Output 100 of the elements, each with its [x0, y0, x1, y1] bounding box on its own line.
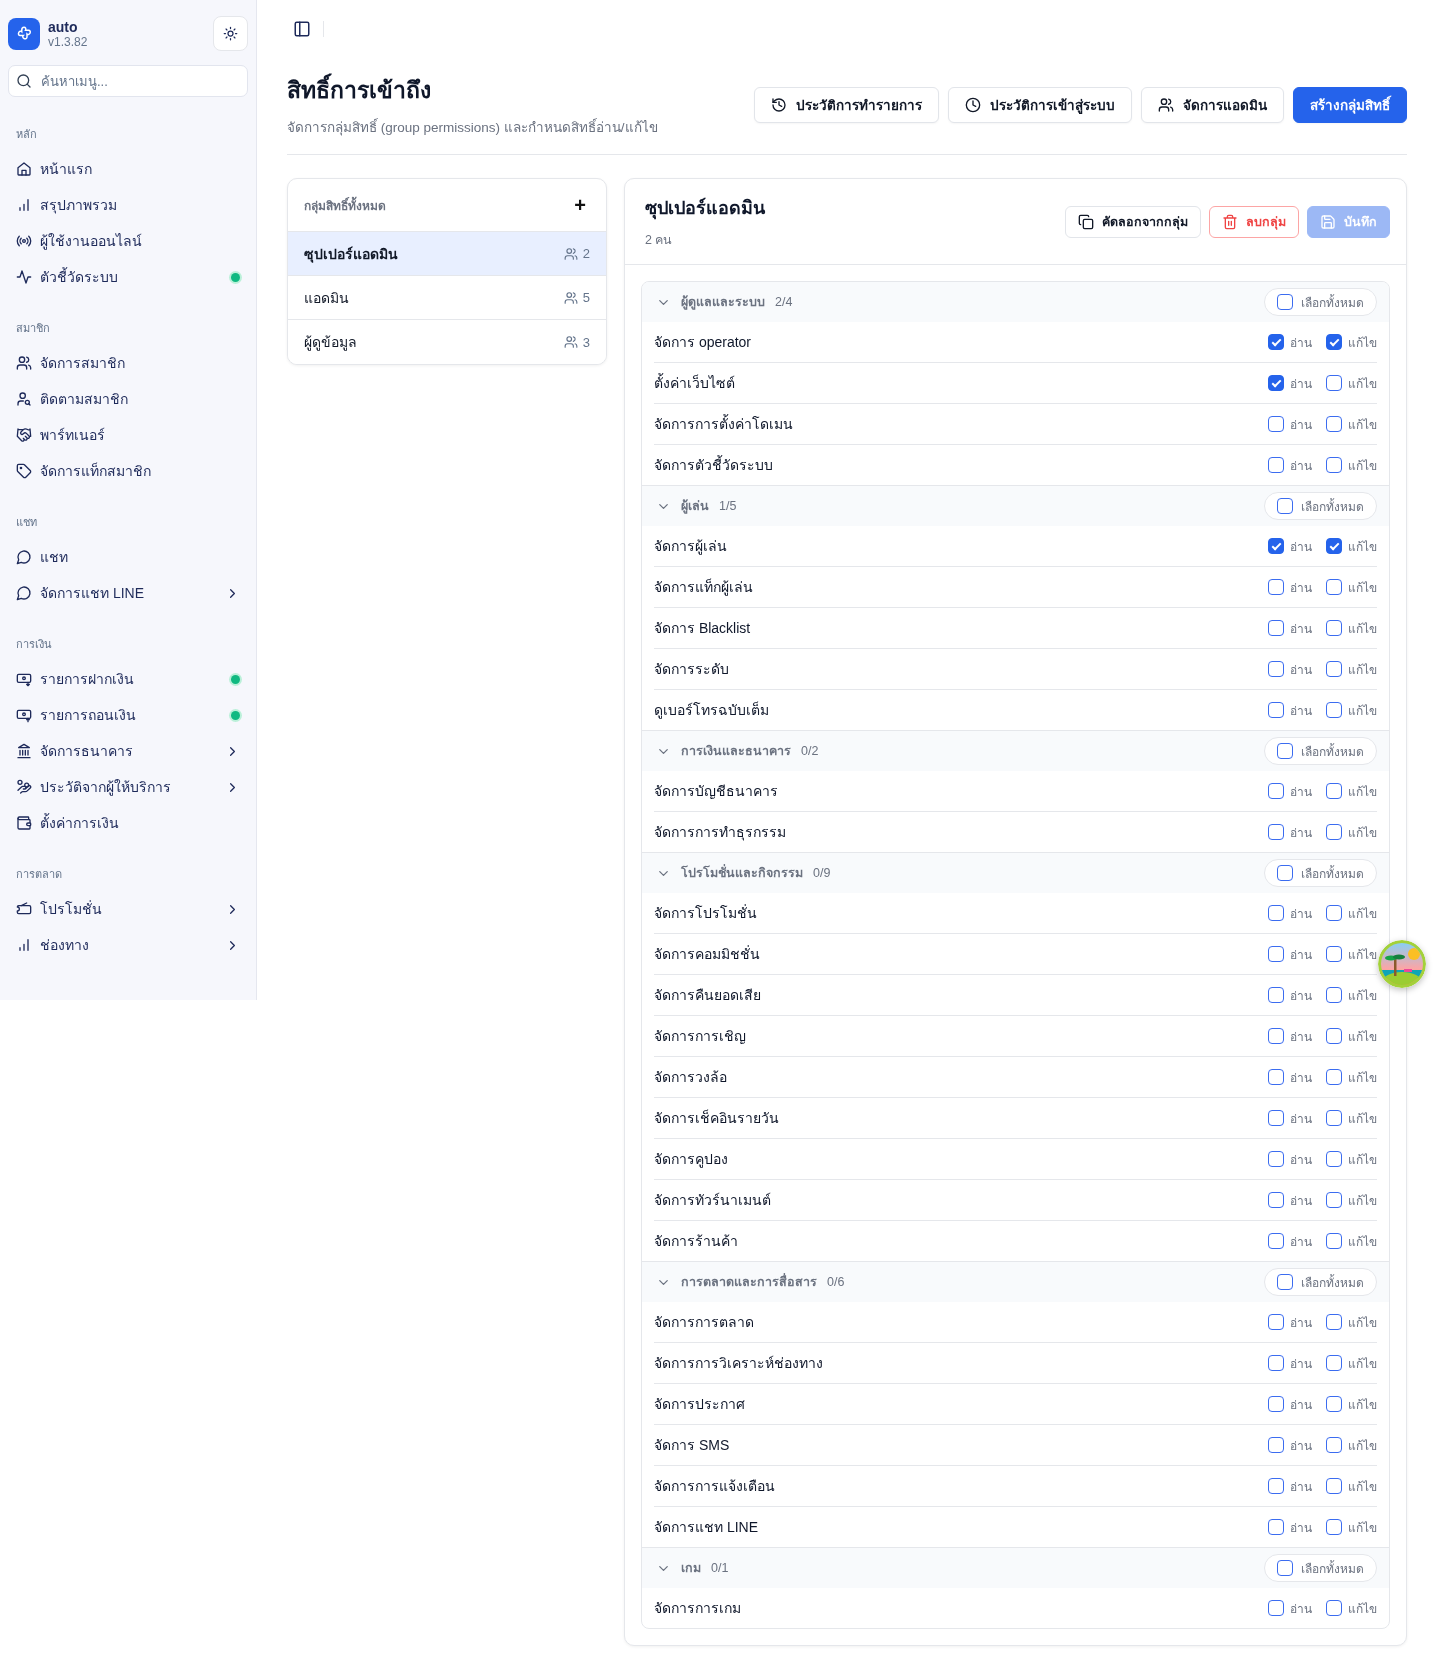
read-option[interactable]: อ่าน — [1268, 1067, 1312, 1087]
checkbox[interactable] — [1268, 987, 1284, 1003]
add-group-button[interactable]: + — [570, 193, 590, 217]
read-option[interactable]: อ่าน — [1268, 903, 1312, 923]
checkbox[interactable] — [1268, 661, 1284, 677]
read-option[interactable]: อ่าน — [1268, 1598, 1312, 1618]
sidebar-item[interactable]: จัดการแชท LINE — [8, 575, 248, 611]
read-option[interactable]: อ่าน — [1268, 1026, 1312, 1046]
section-header[interactable]: การตลาดและการสื่อสาร 0/6 เลือกทั้งหมด — [642, 1261, 1389, 1302]
checkbox[interactable] — [1268, 579, 1284, 595]
checkbox[interactable] — [1268, 1519, 1284, 1535]
checkbox[interactable] — [1268, 1478, 1284, 1494]
checkbox[interactable] — [1277, 865, 1293, 881]
checkbox[interactable] — [1268, 416, 1284, 432]
sidebar-item[interactable]: ติดตามสมาชิก — [8, 381, 248, 417]
checkbox[interactable] — [1268, 375, 1284, 391]
read-option[interactable]: อ่าน — [1268, 944, 1312, 964]
edit-option[interactable]: แก้ไข — [1326, 1312, 1377, 1332]
delete-button[interactable]: ลบกลุ่ม — [1209, 205, 1299, 238]
checkbox[interactable] — [1268, 620, 1284, 636]
checkbox[interactable] — [1277, 743, 1293, 759]
checkbox[interactable] — [1268, 1314, 1284, 1330]
checkbox[interactable] — [1326, 1600, 1342, 1616]
read-option[interactable]: อ่าน — [1268, 822, 1312, 842]
checkbox[interactable] — [1326, 1355, 1342, 1371]
read-option[interactable]: อ่าน — [1268, 1190, 1312, 1210]
checkbox[interactable] — [1277, 1274, 1293, 1290]
checkbox[interactable] — [1268, 946, 1284, 962]
checkbox[interactable] — [1268, 1028, 1284, 1044]
sidebar-item[interactable]: รายการฝากเงิน — [8, 661, 248, 697]
read-option[interactable]: อ่าน — [1268, 985, 1312, 1005]
read-option[interactable]: อ่าน — [1268, 1231, 1312, 1251]
checkbox[interactable] — [1268, 1600, 1284, 1616]
checkbox[interactable] — [1326, 334, 1342, 350]
section-header[interactable]: ผู้ดูแลและระบบ 2/4 เลือกทั้งหมด — [642, 282, 1389, 322]
read-option[interactable]: อ่าน — [1268, 1149, 1312, 1169]
checkbox[interactable] — [1268, 1151, 1284, 1167]
select-all-toggle[interactable]: เลือกทั้งหมด — [1264, 1268, 1377, 1296]
read-option[interactable]: อ่าน — [1268, 700, 1312, 720]
read-option[interactable]: อ่าน — [1268, 577, 1312, 597]
checkbox[interactable] — [1326, 620, 1342, 636]
sidebar-item[interactable]: ตั้งค่าการเงิน — [8, 805, 248, 841]
group-item[interactable]: ผู้ดูข้อมูล 3 — [288, 320, 606, 364]
select-all-toggle[interactable]: เลือกทั้งหมด — [1264, 859, 1377, 887]
group-item[interactable]: แอดมิน 5 — [288, 276, 606, 320]
read-option[interactable]: อ่าน — [1268, 455, 1312, 475]
sidebar-item[interactable]: ตัวชี้วัดระบบ — [8, 259, 248, 295]
checkbox[interactable] — [1326, 1151, 1342, 1167]
checkbox[interactable] — [1268, 1069, 1284, 1085]
checkbox[interactable] — [1326, 661, 1342, 677]
edit-option[interactable]: แก้ไข — [1326, 1149, 1377, 1169]
sidebar-item[interactable]: หน้าแรก — [8, 151, 248, 187]
checkbox[interactable] — [1268, 1355, 1284, 1371]
edit-option[interactable]: แก้ไข — [1326, 781, 1377, 801]
create-group-button[interactable]: สร้างกลุ่มสิทธิ์ — [1293, 87, 1407, 123]
checkbox[interactable] — [1326, 702, 1342, 718]
copy-button[interactable]: คัดลอกจากกลุ่ม — [1065, 205, 1201, 238]
read-option[interactable]: อ่าน — [1268, 1517, 1312, 1537]
checkbox[interactable] — [1326, 1028, 1342, 1044]
edit-option[interactable]: แก้ไข — [1326, 332, 1377, 352]
edit-option[interactable]: แก้ไข — [1326, 1517, 1377, 1537]
edit-option[interactable]: แก้ไข — [1326, 985, 1377, 1005]
checkbox[interactable] — [1277, 498, 1293, 514]
read-option[interactable]: อ่าน — [1268, 1435, 1312, 1455]
theme-toggle-button[interactable] — [213, 16, 248, 51]
checkbox[interactable] — [1326, 1396, 1342, 1412]
checkbox[interactable] — [1326, 416, 1342, 432]
sidebar-item[interactable]: จัดการสมาชิก — [8, 345, 248, 381]
sidebar-item[interactable]: รายการถอนเงิน — [8, 697, 248, 733]
read-option[interactable]: อ่าน — [1268, 1312, 1312, 1332]
select-all-toggle[interactable]: เลือกทั้งหมด — [1264, 737, 1377, 765]
checkbox[interactable] — [1326, 783, 1342, 799]
read-option[interactable]: อ่าน — [1268, 659, 1312, 679]
edit-option[interactable]: แก้ไข — [1326, 618, 1377, 638]
section-header[interactable]: ผู้เล่น 1/5 เลือกทั้งหมด — [642, 485, 1389, 526]
edit-option[interactable]: แก้ไข — [1326, 1231, 1377, 1251]
checkbox[interactable] — [1268, 783, 1284, 799]
checkbox[interactable] — [1277, 1560, 1293, 1576]
checkbox[interactable] — [1268, 538, 1284, 554]
checkbox[interactable] — [1268, 824, 1284, 840]
sidebar-item[interactable]: ประวัติจากผู้ให้บริการ — [8, 769, 248, 805]
sidebar-item[interactable]: จัดการธนาคาร — [8, 733, 248, 769]
edit-option[interactable]: แก้ไข — [1326, 1026, 1377, 1046]
checkbox[interactable] — [1268, 905, 1284, 921]
checkbox[interactable] — [1326, 538, 1342, 554]
search-field[interactable]: ค้นหาเมนู... — [8, 65, 248, 97]
checkbox[interactable] — [1326, 905, 1342, 921]
checkbox[interactable] — [1268, 334, 1284, 350]
read-option[interactable]: อ่าน — [1268, 332, 1312, 352]
edit-option[interactable]: แก้ไข — [1326, 1394, 1377, 1414]
edit-option[interactable]: แก้ไข — [1326, 536, 1377, 556]
read-option[interactable]: อ่าน — [1268, 414, 1312, 434]
checkbox[interactable] — [1326, 1437, 1342, 1453]
checkbox[interactable] — [1268, 1437, 1284, 1453]
select-all-toggle[interactable]: เลือกทั้งหมด — [1264, 288, 1377, 316]
section-header[interactable]: เกม 0/1 เลือกทั้งหมด — [642, 1547, 1389, 1588]
checkbox[interactable] — [1326, 987, 1342, 1003]
checkbox[interactable] — [1326, 579, 1342, 595]
section-header[interactable]: การเงินและธนาคาร 0/2 เลือกทั้งหมด — [642, 730, 1389, 771]
checkbox[interactable] — [1326, 1478, 1342, 1494]
